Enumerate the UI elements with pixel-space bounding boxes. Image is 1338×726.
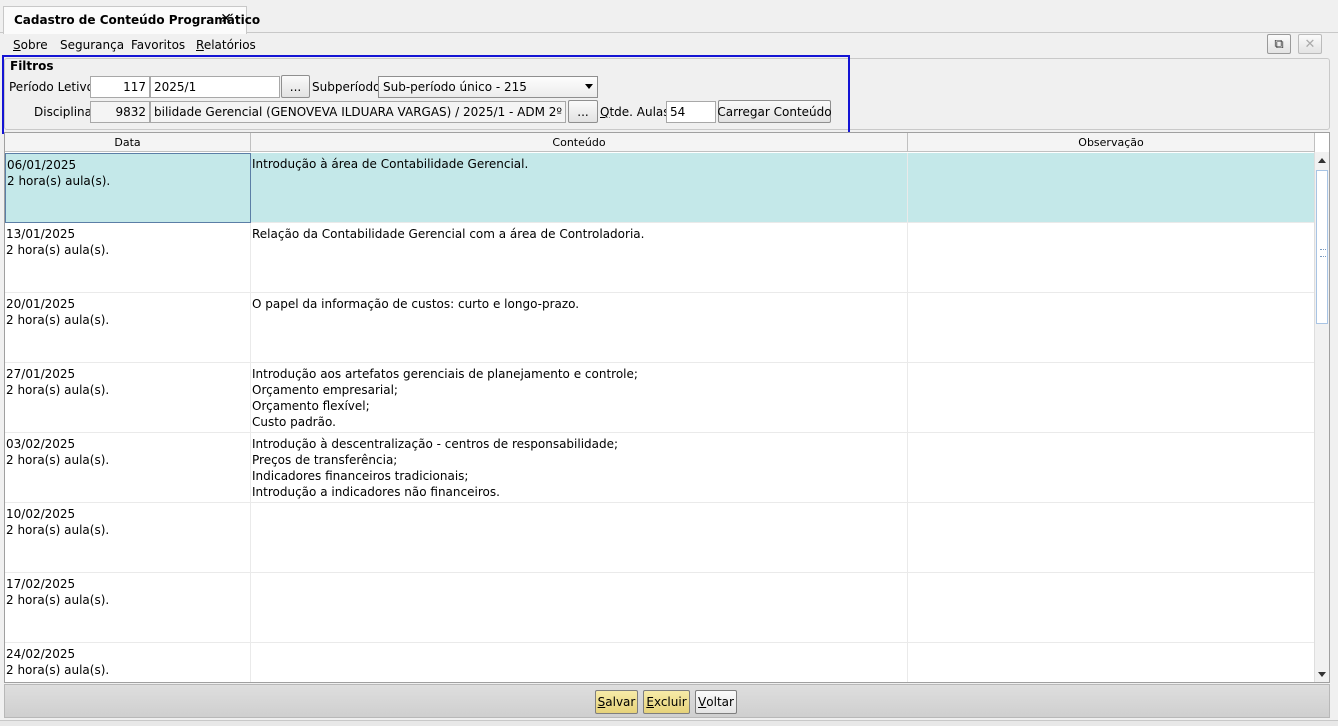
cell-data[interactable]: 06/01/2025 2 hora(s) aula(s). (5, 153, 251, 223)
cell-conteudo[interactable] (251, 573, 908, 643)
cell-data[interactable]: 10/02/2025 2 hora(s) aula(s). (5, 503, 251, 573)
external-link-icon: ⧉ (1274, 36, 1284, 52)
table-row[interactable]: 17/02/2025 2 hora(s) aula(s). (5, 573, 1315, 643)
cell-data[interactable]: 13/01/2025 2 hora(s) aula(s). (5, 223, 251, 293)
salvar-button[interactable]: Salvar (595, 690, 638, 714)
cell-conteudo[interactable] (251, 643, 908, 682)
window: Cadastro de Conteúdo Programático ✕ Sobr… (0, 0, 1338, 726)
table-row[interactable]: 24/02/2025 2 hora(s) aula(s). (5, 643, 1315, 682)
close-window-button[interactable]: ✕ (1298, 34, 1322, 54)
periodo-code-field[interactable]: 117 (90, 76, 150, 98)
excluir-button[interactable]: Excluir (643, 690, 690, 714)
scroll-down-icon[interactable] (1318, 672, 1326, 677)
table-row[interactable]: 27/01/2025 2 hora(s) aula(s). Introdução … (5, 363, 1315, 433)
scroll-thumb[interactable] (1316, 170, 1328, 324)
table-row[interactable]: 10/02/2025 2 hora(s) aula(s). (5, 503, 1315, 573)
table-row[interactable]: 20/01/2025 2 hora(s) aula(s). O papel da … (5, 293, 1315, 363)
vertical-scrollbar[interactable] (1314, 152, 1329, 682)
cell-conteudo[interactable]: Introdução aos artefatos gerenciais de p… (251, 363, 908, 433)
status-strip (0, 720, 1338, 726)
menu-sobre[interactable]: Sobre (13, 38, 48, 52)
qtde-aulas-field[interactable]: 54 (666, 101, 716, 123)
disciplina-lookup-button[interactable]: ... (568, 100, 598, 123)
menu-bar: Sobre Segurança Favoritos Relatórios (0, 34, 1338, 56)
cell-observacao[interactable] (908, 153, 1315, 223)
subperiodo-label: Subperíodo: (312, 80, 385, 94)
menu-seguranca[interactable]: Segurança (60, 38, 124, 52)
cell-data[interactable]: 20/01/2025 2 hora(s) aula(s). (5, 293, 251, 363)
table-row[interactable]: 06/01/2025 2 hora(s) aula(s). Introdução … (5, 153, 1315, 223)
conteudo-grid: Data Conteúdo Observação 06/01/2025 2 ho… (4, 132, 1330, 683)
grip-icon (1320, 249, 1326, 257)
cell-data[interactable]: 24/02/2025 2 hora(s) aula(s). (5, 643, 251, 682)
disciplina-code-field[interactable]: 9832 (90, 101, 150, 123)
col-header-data[interactable]: Data (5, 133, 251, 152)
col-header-observacao[interactable]: Observação (908, 133, 1315, 152)
cell-conteudo[interactable] (251, 503, 908, 573)
close-tab-icon[interactable]: ✕ (220, 11, 232, 27)
tab-cadastro-conteudo[interactable]: Cadastro de Conteúdo Programático ✕ (3, 6, 260, 34)
carregar-conteudo-button[interactable]: Carregar Conteúdo (717, 100, 832, 123)
cell-conteudo[interactable]: Introdução à área de Contabilidade Geren… (251, 153, 908, 223)
detach-window-button[interactable]: ⧉ (1267, 34, 1291, 54)
periodo-value-field[interactable]: 2025/1 (150, 76, 280, 98)
cell-data[interactable]: 17/02/2025 2 hora(s) aula(s). (5, 573, 251, 643)
cell-observacao[interactable] (908, 573, 1315, 643)
menu-favoritos[interactable]: Favoritos (131, 38, 185, 52)
cell-conteudo[interactable]: O papel da informação de custos: curto e… (251, 293, 908, 363)
cell-observacao[interactable] (908, 293, 1315, 363)
cell-observacao[interactable] (908, 503, 1315, 573)
cell-data[interactable]: 03/02/2025 2 hora(s) aula(s). (5, 433, 251, 503)
cell-observacao[interactable] (908, 223, 1315, 293)
voltar-button[interactable]: Voltar (695, 690, 737, 714)
cell-conteudo[interactable]: Introdução à descentralização - centros … (251, 433, 908, 503)
grid-header: Data Conteúdo Observação (5, 133, 1315, 152)
disciplina-value-field[interactable]: bilidade Gerencial (GENOVEVA ILDUARA VAR… (150, 101, 566, 123)
cell-observacao[interactable] (908, 363, 1315, 433)
disciplina-label: Disciplina: (34, 105, 97, 119)
periodo-label: Período Letivo: (9, 80, 98, 94)
cell-observacao[interactable] (908, 433, 1315, 503)
table-row[interactable]: 03/02/2025 2 hora(s) aula(s). Introdução … (5, 433, 1315, 503)
filters-legend: Filtros (8, 59, 56, 73)
col-header-conteudo[interactable]: Conteúdo (251, 133, 908, 152)
table-row[interactable]: 13/01/2025 2 hora(s) aula(s). Relação da … (5, 223, 1315, 293)
cell-observacao[interactable] (908, 643, 1315, 682)
close-icon: ✕ (1304, 36, 1316, 52)
tab-strip: Cadastro de Conteúdo Programático ✕ (0, 0, 1338, 34)
cell-data[interactable]: 27/01/2025 2 hora(s) aula(s). (5, 363, 251, 433)
subperiodo-selected: Sub-período único - 215 (383, 80, 527, 94)
subperiodo-select[interactable]: Sub-período único - 215 (378, 76, 598, 98)
menu-relatorios[interactable]: Relatórios (196, 38, 256, 52)
cell-conteudo[interactable]: Relação da Contabilidade Gerencial com a… (251, 223, 908, 293)
scroll-up-icon[interactable] (1318, 158, 1326, 163)
chevron-down-icon (585, 84, 593, 89)
qtde-aulas-label: Qtde. Aulas: (600, 105, 674, 119)
periodo-lookup-button[interactable]: ... (281, 75, 310, 98)
